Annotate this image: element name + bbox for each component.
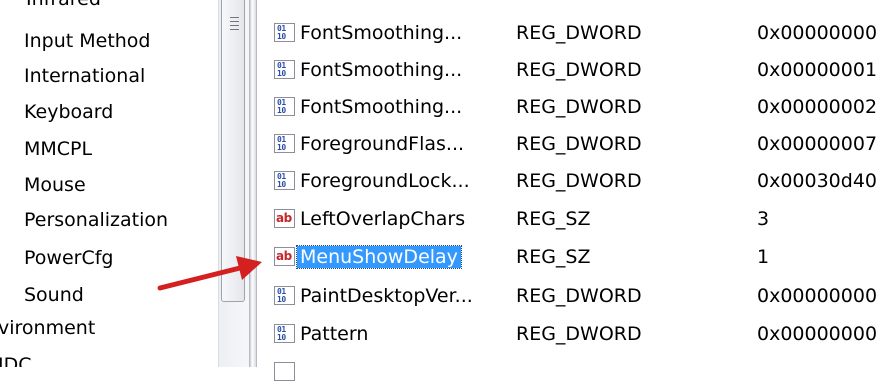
value-type: REG_DWORD (516, 59, 642, 81)
binary-value-icon: 01 10 (274, 60, 295, 79)
registry-values-list: 01 10 FontSmoothing... REG_DWORD 0x000000… (258, 0, 876, 381)
value-data: 0x00000000 (757, 22, 876, 44)
value-name: FontSmoothing... (300, 22, 463, 44)
value-row[interactable]: 01 10 PaintDesktopVer... REG_DWORD 0x0000… (258, 279, 876, 313)
value-name: Pattern (300, 323, 369, 345)
value-row[interactable]: 01 10 ForegroundLock... REG_DWORD 0x00030… (258, 164, 876, 198)
value-type: REG_DWORD (516, 96, 642, 118)
binary-value-icon: 01 10 (274, 286, 295, 305)
value-name: ForegroundFlas... (300, 133, 465, 155)
value-type: REG_DWORD (516, 170, 642, 192)
binary-value-icon: 01 10 (274, 324, 295, 343)
value-data: 1 (757, 246, 770, 268)
value-name: PaintDesktopVer... (300, 285, 473, 307)
value-row-clipped[interactable] (258, 355, 876, 389)
scrollbar-thumb[interactable] (221, 0, 245, 302)
tree-item-infrared[interactable]: Infrared (26, 0, 101, 11)
value-row[interactable]: ab LeftOverlapChars REG_SZ 3 (258, 202, 876, 236)
value-data: 0x00000002 (757, 96, 876, 118)
string-value-icon: ab (274, 209, 295, 228)
value-data: 0x00000007 (757, 133, 876, 155)
value-data: 3 (757, 208, 770, 230)
string-value-icon (274, 362, 295, 381)
tree-item-keyboard[interactable]: Keyboard (24, 100, 113, 124)
tree-item-mmcpl[interactable]: MMCPL (24, 137, 92, 161)
tree-item-powercfg[interactable]: PowerCfg (24, 246, 113, 270)
value-name: MenuShowDelay (296, 240, 462, 274)
value-data: 0x00000000 (757, 285, 876, 307)
value-type: REG_SZ (516, 246, 591, 268)
pane-splitter[interactable] (249, 0, 257, 367)
selected-value-name[interactable]: MenuShowDelay (296, 245, 462, 269)
value-row[interactable]: 01 10 ForegroundFlas... REG_DWORD 0x00000… (258, 127, 876, 161)
value-row[interactable]: 01 10 FontSmoothing... REG_DWORD 0x000000… (258, 16, 876, 50)
binary-value-icon: 01 10 (274, 97, 295, 116)
tree-item-mouse[interactable]: Mouse (24, 173, 86, 197)
tree-item-input-method[interactable]: Input Method (24, 29, 151, 53)
value-data: 0x00000000 (757, 323, 876, 345)
value-type: REG_SZ (516, 208, 591, 230)
tree-item-sound[interactable]: Sound (24, 283, 84, 307)
value-name: FontSmoothing... (300, 96, 463, 118)
tree-item-idc[interactable]: IDC (0, 353, 32, 367)
value-name: FontSmoothing... (300, 59, 463, 81)
value-type: REG_DWORD (516, 133, 642, 155)
binary-value-icon: 01 10 (274, 171, 295, 190)
value-row[interactable]: 01 10 FontSmoothing... REG_DWORD 0x000000… (258, 53, 876, 87)
string-value-icon: ab (274, 247, 295, 266)
value-type: REG_DWORD (516, 285, 642, 307)
registry-key-tree: Infrared Input Method International Keyb… (0, 0, 218, 367)
value-data: 0x00030d40 (757, 170, 876, 192)
tree-item-environment[interactable]: vironment (0, 316, 95, 340)
value-row-selected[interactable]: ab MenuShowDelay REG_SZ 1 (258, 240, 876, 274)
binary-value-icon: 01 10 (274, 23, 295, 42)
tree-item-personalization[interactable]: Personalization (24, 208, 168, 232)
value-row[interactable]: 01 10 Pattern REG_DWORD 0x00000000 (258, 317, 876, 351)
tree-item-international[interactable]: International (24, 64, 145, 88)
value-type: REG_DWORD (516, 323, 642, 345)
value-data: 0x00000001 (757, 59, 876, 81)
binary-value-icon: 01 10 (274, 134, 295, 153)
value-name: ForegroundLock... (300, 170, 470, 192)
scrollbar-grip-icon (230, 17, 239, 33)
tree-scrollbar[interactable] (218, 0, 249, 367)
value-name: LeftOverlapChars (300, 208, 466, 230)
value-type: REG_DWORD (516, 22, 642, 44)
value-row[interactable]: 01 10 FontSmoothing... REG_DWORD 0x000000… (258, 90, 876, 124)
